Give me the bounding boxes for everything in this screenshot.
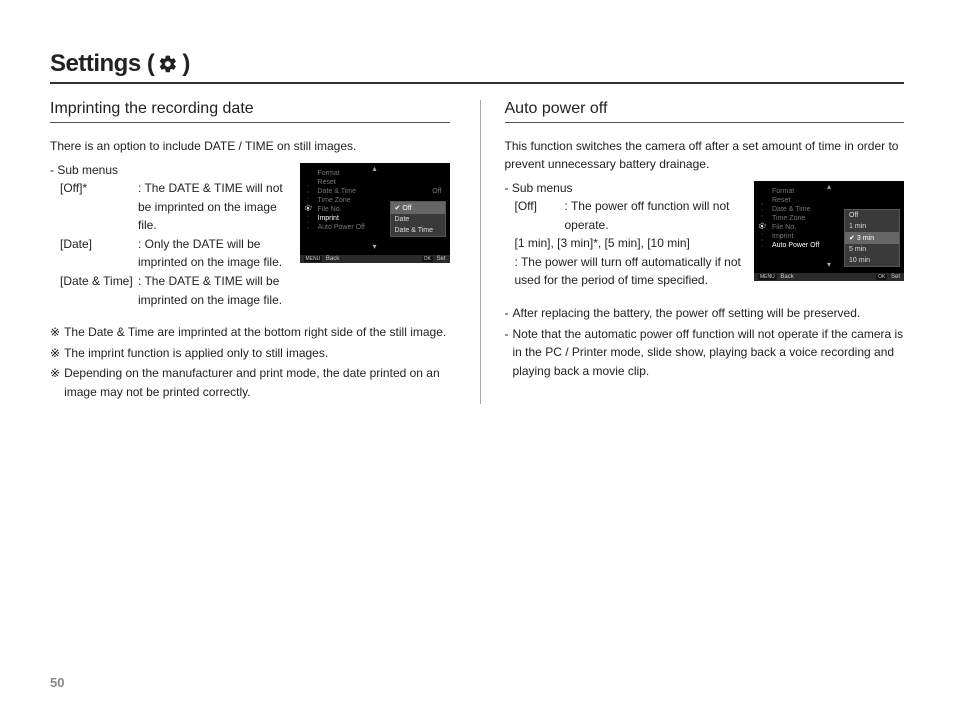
option-item: Date & Time xyxy=(391,225,445,236)
chevron-down-icon: ▾ xyxy=(372,242,376,251)
section-auto-power-off: Auto power off This function switches th… xyxy=(480,100,905,404)
definition-list-right: [Off] : The power off function will not … xyxy=(505,197,745,290)
menu-item: Reset xyxy=(772,196,900,205)
definition-list-left: [Off]* : The DATE & TIME will not be imp… xyxy=(50,179,290,309)
menu-item: Date & TimeOff xyxy=(318,187,446,196)
note-item: -After replacing the battery, the power … xyxy=(505,304,905,323)
camera-screen-imprint: ▴ Format Reset Date & TimeOff Time Zone … xyxy=(300,163,450,263)
chevron-down-icon: ▾ xyxy=(827,260,831,269)
option-selected: ✔Off xyxy=(391,202,445,214)
page-title: Settings ( ) xyxy=(50,50,904,84)
list-item: [Date] : Only the DATE will be imprinted… xyxy=(60,235,290,272)
page-number: 50 xyxy=(50,675,64,690)
screen-footer: MENU Back OK Set xyxy=(754,273,904,281)
intro-left: There is an option to include DATE / TIM… xyxy=(50,137,450,155)
menu-item: Reset xyxy=(318,178,446,187)
options-popup: ✔Off Date Date & Time xyxy=(390,201,446,237)
option-item: 1 min xyxy=(845,221,899,232)
check-icon: ✔ xyxy=(849,234,855,242)
gear-icon xyxy=(158,54,178,74)
check-icon: ✔ xyxy=(395,204,401,212)
option-item: 10 min xyxy=(845,255,899,266)
chevron-up-icon: ▴ xyxy=(372,164,376,173)
section-imprinting: Imprinting the recording date There is a… xyxy=(50,100,450,404)
title-prefix: Settings ( xyxy=(50,50,154,78)
option-item: Off xyxy=(845,210,899,221)
notes-right: -After replacing the battery, the power … xyxy=(505,304,905,380)
option-item: Date xyxy=(391,214,445,225)
gear-icon xyxy=(303,203,313,215)
list-item: [Off]* : The DATE & TIME will not be imp… xyxy=(60,179,290,235)
option-item: 5 min xyxy=(845,244,899,255)
note-item: ※Depending on the manufacturer and print… xyxy=(50,364,450,401)
note-item: ※The imprint function is applied only to… xyxy=(50,344,450,363)
intro-right: This function switches the camera off af… xyxy=(505,137,905,173)
camera-screen-autopoweroff: ▴ Format Reset Date & Time Time Zone Fil… xyxy=(754,181,904,281)
title-suffix: ) xyxy=(182,50,190,78)
options-popup: Off 1 min ✔3 min 5 min 10 min xyxy=(844,209,900,267)
list-item: [1 min], [3 min]*, [5 min], [10 min] : T… xyxy=(515,234,745,290)
note-item: ※The Date & Time are imprinted at the bo… xyxy=(50,323,450,342)
screen-footer: MENU Back OK Set xyxy=(300,255,450,263)
option-selected: ✔3 min xyxy=(845,232,899,244)
menu-item: Format xyxy=(772,187,900,196)
list-item: [Date & Time] : The DATE & TIME will be … xyxy=(60,272,290,309)
sub-menus-label: - Sub menus xyxy=(505,181,745,195)
menu-item: Format xyxy=(318,169,446,178)
chevron-up-icon: ▴ xyxy=(827,182,831,191)
section-heading-left: Imprinting the recording date xyxy=(50,100,450,123)
list-item: [Off] : The power off function will not … xyxy=(515,197,745,234)
gear-icon xyxy=(757,221,767,233)
notes-left: ※The Date & Time are imprinted at the bo… xyxy=(50,323,450,401)
section-heading-right: Auto power off xyxy=(505,100,905,123)
note-item: -Note that the automatic power off funct… xyxy=(505,325,905,381)
sub-menus-label: - Sub menus xyxy=(50,163,290,177)
